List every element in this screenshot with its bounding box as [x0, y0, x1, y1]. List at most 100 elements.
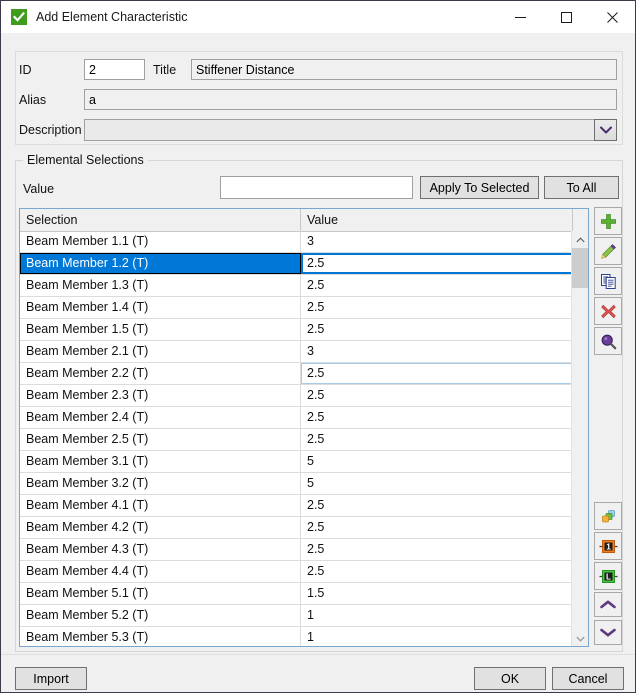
dialog-window: Add Element Characteristic ID Title Alia… [0, 0, 636, 693]
cell-selection[interactable]: Beam Member 5.3 (T) [20, 627, 301, 647]
cell-value[interactable]: 2.5 [301, 495, 573, 516]
selections-table: Selection Value Beam Member 1.1 (T)3Beam… [19, 208, 589, 647]
letter-icon[interactable]: L [594, 562, 622, 590]
cell-selection[interactable]: Beam Member 2.4 (T) [20, 407, 301, 428]
cell-selection[interactable]: Beam Member 5.2 (T) [20, 605, 301, 626]
chevron-down-icon[interactable] [572, 630, 588, 647]
table-row[interactable]: Beam Member 3.2 (T)5 [20, 473, 573, 495]
table-row[interactable]: Beam Member 1.2 (T)2.5 [20, 253, 573, 275]
cell-value[interactable]: 5 [301, 451, 573, 472]
table-row[interactable]: Beam Member 1.3 (T)2.5 [20, 275, 573, 297]
table-row[interactable]: Beam Member 1.4 (T)2.5 [20, 297, 573, 319]
colors-icon[interactable] [594, 502, 622, 530]
scrollbar-thumb[interactable] [572, 248, 588, 288]
import-button[interactable]: Import [15, 667, 87, 690]
cell-value[interactable]: 2.5 [301, 363, 573, 384]
zoom-find-icon[interactable] [594, 327, 622, 355]
maximize-icon[interactable] [543, 1, 589, 33]
cell-selection[interactable]: Beam Member 4.1 (T) [20, 495, 301, 516]
cell-value[interactable]: 2.5 [301, 297, 573, 318]
alias-field[interactable] [84, 89, 617, 110]
cell-selection[interactable]: Beam Member 4.2 (T) [20, 517, 301, 538]
svg-text:1: 1 [606, 541, 611, 551]
cell-selection[interactable]: Beam Member 2.2 (T) [20, 363, 301, 384]
table-row[interactable]: Beam Member 1.1 (T)3 [20, 231, 573, 253]
table-row[interactable]: Beam Member 2.5 (T)2.5 [20, 429, 573, 451]
cell-value[interactable]: 3 [301, 231, 573, 252]
table-scrollbar[interactable] [571, 231, 588, 647]
title-bar: Add Element Characteristic [1, 1, 635, 33]
minimize-icon[interactable] [497, 1, 543, 33]
move-down-icon[interactable] [594, 620, 622, 645]
cancel-button[interactable]: Cancel [552, 667, 624, 690]
value-label: Value [23, 182, 54, 196]
cell-selection[interactable]: Beam Member 2.5 (T) [20, 429, 301, 450]
cell-selection[interactable]: Beam Member 3.2 (T) [20, 473, 301, 494]
table-row[interactable]: Beam Member 4.1 (T)2.5 [20, 495, 573, 517]
title-field[interactable] [191, 59, 617, 80]
table-header-row: Selection Value [20, 209, 588, 232]
cell-value[interactable]: 1 [301, 627, 573, 647]
id-field[interactable] [84, 59, 145, 80]
to-all-button[interactable]: To All [544, 176, 619, 199]
id-label: ID [19, 63, 32, 77]
cell-value[interactable]: 2.5 [301, 429, 573, 450]
cell-value[interactable]: 2.5 [301, 561, 573, 582]
cell-value[interactable]: 2.5 [301, 319, 573, 340]
cell-selection[interactable]: Beam Member 1.2 (T) [20, 253, 301, 274]
cell-value[interactable]: 2.5 [301, 539, 573, 560]
cell-selection[interactable]: Beam Member 4.4 (T) [20, 561, 301, 582]
cell-selection[interactable]: Beam Member 2.1 (T) [20, 341, 301, 362]
cell-selection[interactable]: Beam Member 1.1 (T) [20, 231, 301, 252]
table-row[interactable]: Beam Member 4.2 (T)2.5 [20, 517, 573, 539]
close-icon[interactable] [589, 1, 635, 33]
chevron-down-icon[interactable] [594, 119, 617, 141]
table-row[interactable]: Beam Member 1.5 (T)2.5 [20, 319, 573, 341]
window-title: Add Element Characteristic [36, 10, 187, 24]
table-row[interactable]: Beam Member 2.3 (T)2.5 [20, 385, 573, 407]
column-header-value[interactable]: Value [301, 209, 573, 231]
table-row[interactable]: Beam Member 3.1 (T)5 [20, 451, 573, 473]
number-icon[interactable]: 1 [594, 532, 622, 560]
table-row[interactable]: Beam Member 2.1 (T)3 [20, 341, 573, 363]
apply-to-selected-button[interactable]: Apply To Selected [420, 176, 539, 199]
move-up-icon[interactable] [594, 592, 622, 617]
table-row[interactable]: Beam Member 5.2 (T)1 [20, 605, 573, 627]
cell-selection[interactable]: Beam Member 1.4 (T) [20, 297, 301, 318]
ok-button[interactable]: OK [474, 667, 546, 690]
cell-selection[interactable]: Beam Member 5.1 (T) [20, 583, 301, 604]
table-row[interactable]: Beam Member 4.4 (T)2.5 [20, 561, 573, 583]
cell-value[interactable]: 2.5 [301, 407, 573, 428]
value-input[interactable] [220, 176, 413, 199]
description-field[interactable] [84, 119, 594, 141]
duplicate-icon[interactable] [594, 267, 622, 295]
cell-value[interactable]: 1 [301, 605, 573, 626]
column-header-selection[interactable]: Selection [20, 209, 301, 231]
cell-value[interactable]: 5 [301, 473, 573, 494]
table-row[interactable]: Beam Member 4.3 (T)2.5 [20, 539, 573, 561]
cell-selection[interactable]: Beam Member 3.1 (T) [20, 451, 301, 472]
checkmark-icon [11, 9, 27, 25]
table-body: Beam Member 1.1 (T)3Beam Member 1.2 (T)2… [20, 231, 573, 647]
window-controls [497, 1, 635, 33]
table-row[interactable]: Beam Member 5.1 (T)1.5 [20, 583, 573, 605]
cell-value[interactable]: 2.5 [301, 275, 573, 296]
cell-value[interactable]: 2.5 [301, 385, 573, 406]
cell-selection[interactable]: Beam Member 4.3 (T) [20, 539, 301, 560]
cell-value[interactable]: 1.5 [301, 583, 573, 604]
delete-icon[interactable] [594, 297, 622, 325]
table-row[interactable]: Beam Member 2.2 (T)2.5 [20, 363, 573, 385]
svg-text:L: L [606, 572, 611, 581]
cell-selection[interactable]: Beam Member 1.3 (T) [20, 275, 301, 296]
table-row[interactable]: Beam Member 5.3 (T)1 [20, 627, 573, 647]
cell-value[interactable]: 2.5 [301, 253, 573, 274]
cell-selection[interactable]: Beam Member 2.3 (T) [20, 385, 301, 406]
cell-value[interactable]: 3 [301, 341, 573, 362]
chevron-up-icon[interactable] [572, 231, 588, 248]
description-label: Description [19, 123, 82, 137]
cell-selection[interactable]: Beam Member 1.5 (T) [20, 319, 301, 340]
edit-pencil-icon[interactable] [594, 237, 622, 265]
add-icon[interactable] [594, 207, 622, 235]
cell-value[interactable]: 2.5 [301, 517, 573, 538]
table-row[interactable]: Beam Member 2.4 (T)2.5 [20, 407, 573, 429]
